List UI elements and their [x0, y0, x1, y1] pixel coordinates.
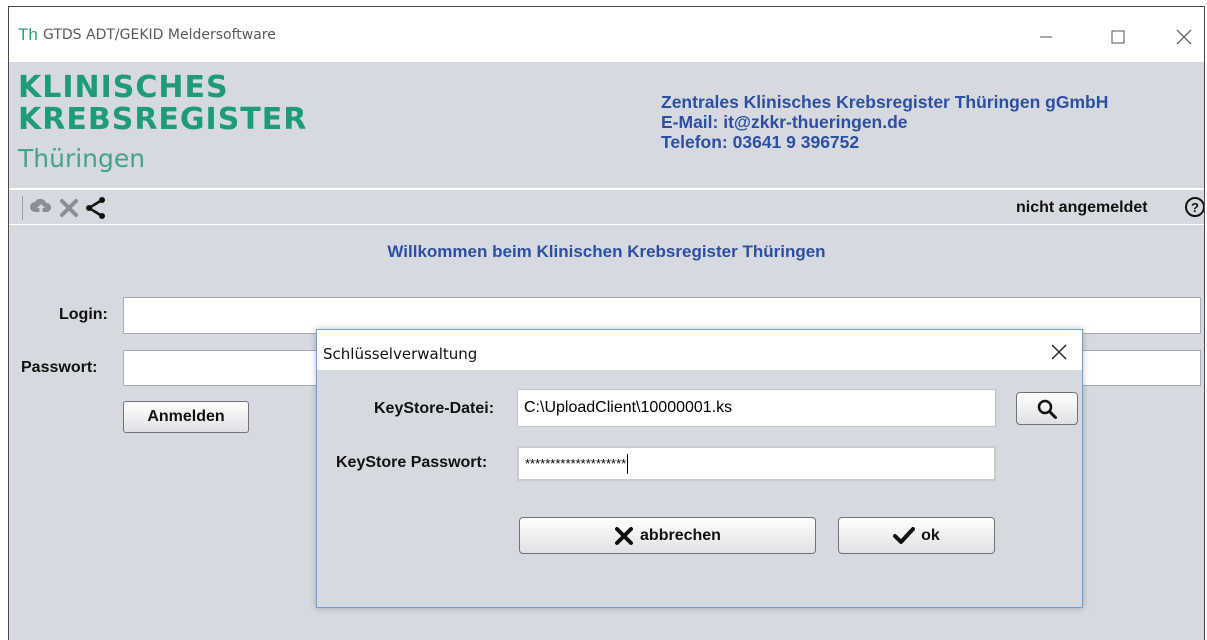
keystore-password-label: KeyStore Passwort: — [336, 454, 488, 471]
close-x-icon — [615, 526, 634, 545]
login-label: Login: — [59, 306, 108, 323]
title-bar: Th GTDS ADT/GEKID Meldersoftware — [9, 7, 1204, 62]
maximize-button[interactable] — [1095, 17, 1141, 57]
contact-email: E-Mail: it@zkkr-thueringen.de — [661, 112, 908, 132]
keystore-password-input[interactable]: ******************** — [517, 446, 996, 481]
keystore-file-input[interactable] — [517, 389, 996, 427]
keystore-file-label: KeyStore-Datei: — [374, 400, 495, 417]
cancel-label: abbrechen — [640, 526, 721, 544]
minimize-icon — [1040, 36, 1052, 38]
help-icon[interactable]: ? — [1184, 196, 1204, 223]
toolbar-separator — [22, 196, 23, 220]
close-icon — [1051, 344, 1067, 360]
contact-organization: Zentrales Klinisches Krebsregister Thüri… — [661, 92, 1109, 112]
logo-text-line3: Thüringen — [18, 144, 146, 173]
keystore-dialog: Schlüsselverwaltung KeyStore-Datei: KeyS… — [316, 329, 1083, 608]
dialog-title-bar: Schlüsselverwaltung — [317, 330, 1082, 370]
dialog-close-button[interactable] — [1044, 338, 1074, 366]
minimize-button[interactable] — [1023, 17, 1069, 57]
window-title: GTDS ADT/GEKID Meldersoftware — [43, 27, 276, 43]
cancel-button[interactable]: abbrechen — [519, 517, 816, 554]
close-window-button[interactable] — [1161, 17, 1204, 57]
text-cursor — [627, 453, 629, 474]
maximize-icon — [1111, 30, 1125, 44]
keystore-password-value: ******************** — [525, 456, 627, 471]
svg-text:?: ? — [1191, 200, 1199, 215]
password-label: Passwort: — [21, 359, 98, 376]
share-icon[interactable] — [84, 196, 108, 225]
main-window: Th GTDS ADT/GEKID Meldersoftware KLINISC… — [8, 6, 1205, 640]
welcome-heading: Willkommen beim Klinischen Krebsregister… — [387, 242, 826, 261]
logo-text-line1: KLINISCHES — [18, 70, 229, 105]
ok-label: ok — [921, 526, 940, 544]
close-icon — [1176, 29, 1192, 45]
app-icon: Th — [18, 25, 38, 44]
header-banner: KLINISCHES KREBSREGISTER Thüringen Zentr… — [9, 62, 1204, 188]
browse-button[interactable] — [1016, 392, 1078, 425]
checkmark-icon — [893, 526, 916, 544]
toolbar: nicht angemeldet ? — [9, 188, 1204, 225]
logo-text-line2: KREBSREGISTER — [18, 102, 308, 137]
login-status: nicht angemeldet — [1016, 199, 1148, 216]
close-x-icon[interactable] — [59, 198, 79, 223]
contact-phone: Telefon: 03641 9 396752 — [661, 132, 860, 152]
search-icon — [1037, 399, 1057, 419]
dialog-title: Schlüsselverwaltung — [323, 345, 478, 363]
ok-button[interactable]: ok — [838, 517, 995, 554]
cloud-upload-icon[interactable] — [29, 197, 53, 222]
login-button[interactable]: Anmelden — [123, 401, 249, 433]
